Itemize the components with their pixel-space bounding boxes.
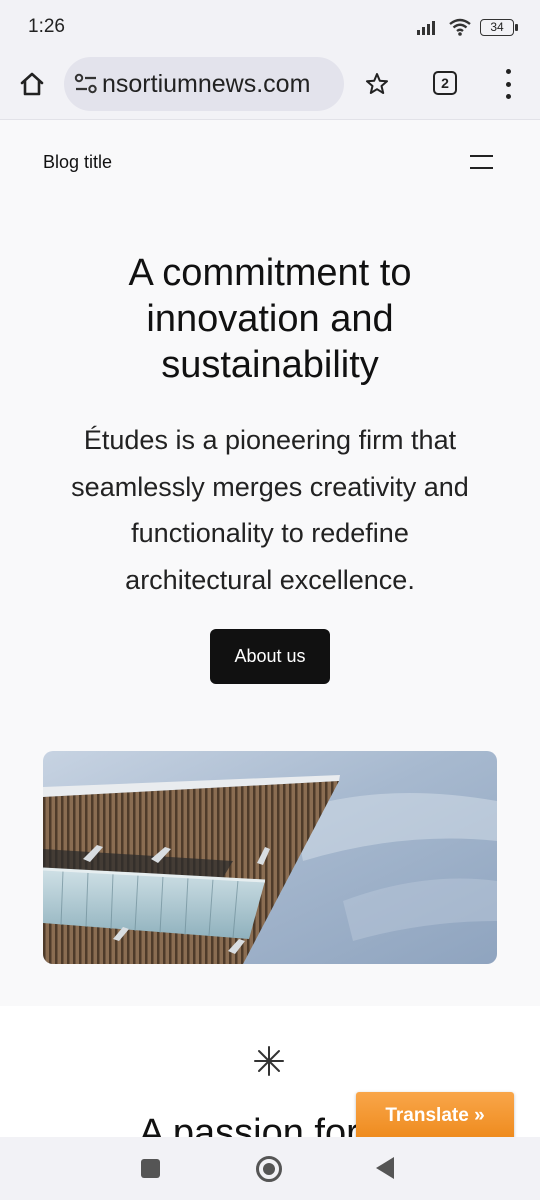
asterisk-icon	[254, 1046, 284, 1076]
hero-description: Études is a pioneering firm that seamles…	[30, 417, 510, 603]
site-header: Blog title	[0, 121, 540, 205]
url-text: nsortiumnews.com	[102, 70, 311, 98]
home-icon	[20, 72, 44, 96]
hero-description-line: functionality to redefine	[131, 518, 409, 548]
hero-image	[43, 751, 497, 964]
hero-heading-line: innovation and	[146, 298, 394, 340]
home-button[interactable]	[14, 66, 50, 102]
battery-level: 34	[490, 19, 504, 34]
translate-button[interactable]: Translate »	[356, 1092, 514, 1140]
address-bar[interactable]: nsortiumnews.com	[64, 57, 344, 111]
hero-heading-line: sustainability	[161, 344, 379, 386]
battery-icon: 34	[480, 18, 518, 36]
hero-description-line: seamlessly merges creativity and	[71, 471, 469, 502]
building-illustration	[43, 775, 497, 964]
about-us-button[interactable]: About us	[210, 629, 330, 684]
system-navigation-bar	[0, 1137, 540, 1200]
star-icon	[366, 73, 388, 94]
home-nav-button[interactable]	[256, 1156, 282, 1182]
hero-heading-line: A commitment to	[128, 252, 412, 294]
status-icons: 34	[416, 16, 518, 38]
tab-count: 2	[441, 75, 449, 91]
site-info-icon[interactable]	[74, 73, 98, 95]
browser-toolbar: nsortiumnews.com 2	[0, 52, 540, 120]
bookmark-button[interactable]	[360, 67, 394, 101]
signal-icon	[417, 21, 435, 35]
back-button[interactable]	[376, 1157, 394, 1179]
status-time: 1:26	[28, 16, 65, 37]
tabs-icon[interactable]: 2	[433, 71, 457, 95]
wifi-icon	[449, 18, 471, 36]
recents-button[interactable]	[141, 1159, 160, 1178]
hero-description-line: architectural excellence.	[125, 564, 415, 595]
status-bar: 1:26 34	[0, 0, 540, 52]
more-menu-icon[interactable]	[496, 69, 520, 99]
hamburger-icon[interactable]	[470, 155, 493, 171]
blog-title[interactable]: Blog title	[43, 152, 112, 173]
hero-heading: A commitment to innovation and sustainab…	[40, 250, 500, 388]
hero-description-line: Études is a pioneering firm that	[83, 425, 457, 455]
